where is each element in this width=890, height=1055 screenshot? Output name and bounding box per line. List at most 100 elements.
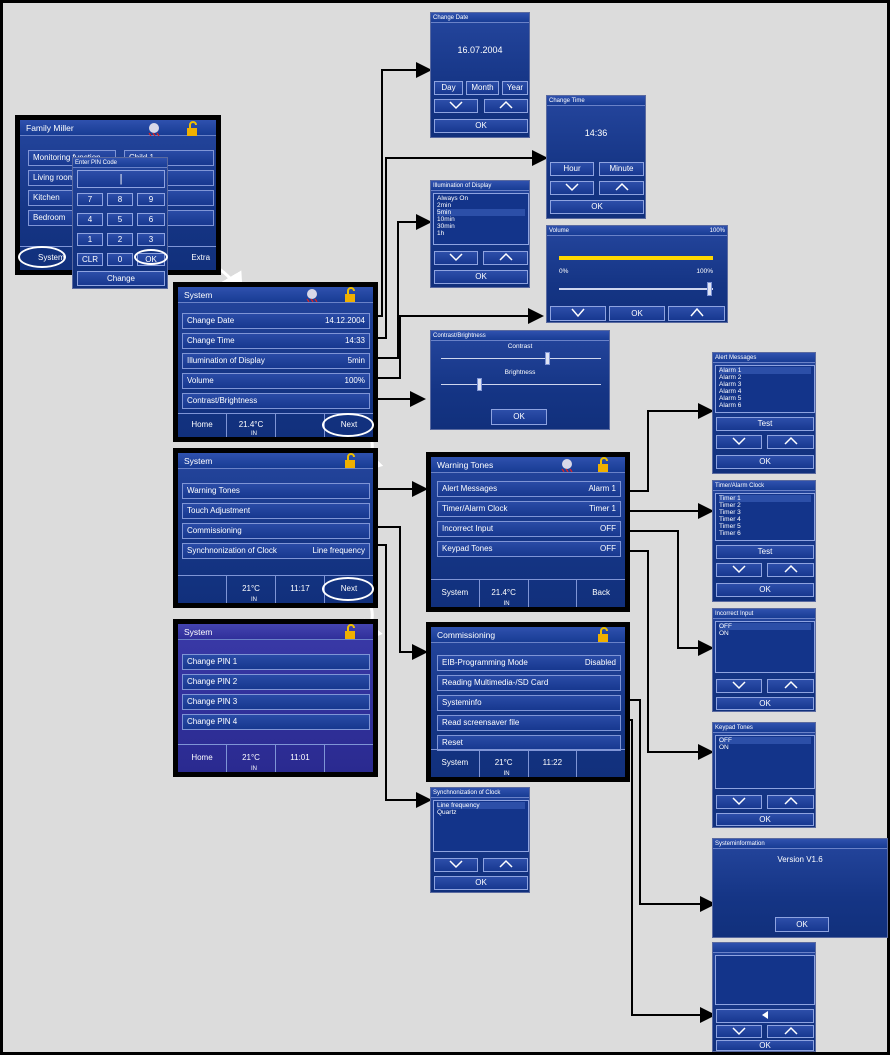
comm-system-button[interactable]: System: [431, 750, 480, 777]
timer-down-button[interactable]: [716, 563, 762, 577]
option[interactable]: 1h: [437, 230, 525, 237]
key-2[interactable]: 2: [107, 233, 133, 246]
time-down-button[interactable]: [550, 181, 594, 195]
alert-list[interactable]: Alarm 1 Alarm 2 Alarm 3 Alarm 4 Alarm 5 …: [715, 365, 815, 413]
warning-row-timer[interactable]: Timer/Alarm Clock Timer 1: [437, 501, 621, 517]
warning-row-alert-messages[interactable]: Alert Messages Alarm 1: [437, 481, 621, 497]
option[interactable]: 30min: [437, 223, 525, 230]
sync-list[interactable]: Line frequency Quartz: [433, 800, 529, 852]
system2-row-sync-clock[interactable]: Synchnonization of Clock Line frequency: [182, 543, 370, 559]
timer-test-button[interactable]: Test: [716, 545, 814, 559]
contrast-handle[interactable]: [545, 352, 550, 365]
option[interactable]: Always On: [437, 195, 525, 202]
incorrect-down-button[interactable]: [716, 679, 762, 693]
comm-row-eib[interactable]: EIB-Programming Mode Disabled: [437, 655, 621, 671]
option[interactable]: Alarm 5: [719, 395, 811, 402]
system3-home-button[interactable]: Home: [178, 745, 227, 772]
system3-row-pin3[interactable]: Change PIN 3: [182, 694, 370, 710]
warning-row-incorrect-input[interactable]: Incorrect Input OFF: [437, 521, 621, 537]
key-3[interactable]: 3: [137, 233, 165, 246]
system3-row-pin4[interactable]: Change PIN 4: [182, 714, 370, 730]
alert-up-button[interactable]: [767, 435, 814, 449]
timer-ok-button[interactable]: OK: [716, 583, 814, 597]
system1-row-change-date[interactable]: Change Date 14.12.2004: [182, 313, 370, 329]
system1-row-contrast[interactable]: Contrast/Brightness: [182, 393, 370, 409]
brightness-handle[interactable]: [477, 378, 482, 391]
alert-ok-button[interactable]: OK: [716, 455, 814, 469]
keypad-ok-button[interactable]: OK: [716, 813, 814, 826]
option[interactable]: Timer 2: [719, 502, 811, 509]
option[interactable]: Timer 6: [719, 530, 811, 537]
option[interactable]: ON: [719, 630, 811, 637]
keypad-list[interactable]: OFF ON: [715, 735, 815, 789]
system2-row-commissioning[interactable]: Commissioning: [182, 523, 370, 539]
system2-row-warning-tones[interactable]: Warning Tones: [182, 483, 370, 499]
contrast-ok-button[interactable]: OK: [491, 409, 547, 425]
month-button[interactable]: Month: [466, 81, 499, 95]
option[interactable]: Alarm 4: [719, 388, 811, 395]
screensaver-ok-button[interactable]: OK: [716, 1040, 814, 1051]
comm-row-screensaver[interactable]: Read screensaver file: [437, 715, 621, 731]
sync-up-button[interactable]: [483, 858, 528, 872]
alert-down-button[interactable]: [716, 435, 762, 449]
option[interactable]: Alarm 2: [719, 374, 811, 381]
system3-row-pin1[interactable]: Change PIN 1: [182, 654, 370, 670]
volume-slider-track[interactable]: [559, 288, 713, 290]
volume-ok-button[interactable]: OK: [609, 306, 665, 321]
sync-ok-button[interactable]: OK: [434, 876, 528, 890]
pin-input[interactable]: |: [77, 170, 165, 188]
key-6[interactable]: 6: [137, 213, 165, 226]
timer-list[interactable]: Timer 1 Timer 2 Timer 3 Timer 4 Timer 5 …: [715, 493, 815, 541]
option-selected[interactable]: 5min: [437, 209, 525, 216]
system2-row-touch-adjustment[interactable]: Touch Adjustment: [182, 503, 370, 519]
illum-ok-button[interactable]: OK: [434, 270, 528, 284]
contrast-track[interactable]: [441, 358, 601, 359]
key-7[interactable]: 7: [77, 193, 103, 206]
system1-row-illumination[interactable]: Illumination of Display 5min: [182, 353, 370, 369]
comm-row-systeminfo[interactable]: Systeminfo: [437, 695, 621, 711]
key-8[interactable]: 8: [107, 193, 133, 206]
incorrect-up-button[interactable]: [767, 679, 814, 693]
key-clr[interactable]: CLR: [77, 253, 103, 266]
comm-row-reading-card[interactable]: Reading Multimedia-/SD Card: [437, 675, 621, 691]
key-5[interactable]: 5: [107, 213, 133, 226]
option-selected[interactable]: Alarm 1: [719, 367, 811, 374]
date-up-button[interactable]: [484, 99, 528, 113]
warning-system-button[interactable]: System: [431, 580, 480, 607]
option[interactable]: Timer 5: [719, 523, 811, 530]
illumination-list[interactable]: Always On 2min 5min 10min 30min 1h: [433, 193, 529, 245]
key-0[interactable]: 0: [107, 253, 133, 266]
option-selected[interactable]: Line frequency: [437, 802, 525, 809]
option[interactable]: 2min: [437, 202, 525, 209]
screensaver-left-button[interactable]: [716, 1009, 814, 1023]
key-1[interactable]: 1: [77, 233, 103, 246]
pin-change-button[interactable]: Change: [77, 271, 165, 286]
option-selected[interactable]: OFF: [719, 737, 811, 744]
option[interactable]: Quartz: [437, 809, 525, 816]
sync-down-button[interactable]: [434, 858, 478, 872]
brightness-track[interactable]: [441, 384, 601, 385]
illum-down-button[interactable]: [434, 251, 478, 265]
option-selected[interactable]: Timer 1: [719, 495, 811, 502]
illum-up-button[interactable]: [483, 251, 528, 265]
option[interactable]: Timer 4: [719, 516, 811, 523]
time-ok-button[interactable]: OK: [550, 200, 644, 214]
screensaver-list[interactable]: [715, 955, 815, 1005]
system1-home-button[interactable]: Home: [178, 414, 227, 437]
warning-back-button[interactable]: Back: [577, 580, 625, 607]
system1-row-volume[interactable]: Volume 100%: [182, 373, 370, 389]
screensaver-down-button[interactable]: [716, 1025, 762, 1038]
key-4[interactable]: 4: [77, 213, 103, 226]
alert-test-button[interactable]: Test: [716, 417, 814, 431]
hour-button[interactable]: Hour: [550, 162, 594, 176]
time-up-button[interactable]: [599, 181, 644, 195]
minute-button[interactable]: Minute: [599, 162, 644, 176]
volume-up-button[interactable]: [668, 306, 725, 321]
volume-slider-handle[interactable]: [707, 282, 712, 296]
incorrect-ok-button[interactable]: OK: [716, 697, 814, 710]
volume-down-button[interactable]: [550, 306, 606, 321]
option[interactable]: Alarm 6: [719, 402, 811, 409]
option[interactable]: Alarm 3: [719, 381, 811, 388]
day-button[interactable]: Day: [434, 81, 463, 95]
date-ok-button[interactable]: OK: [434, 119, 528, 133]
